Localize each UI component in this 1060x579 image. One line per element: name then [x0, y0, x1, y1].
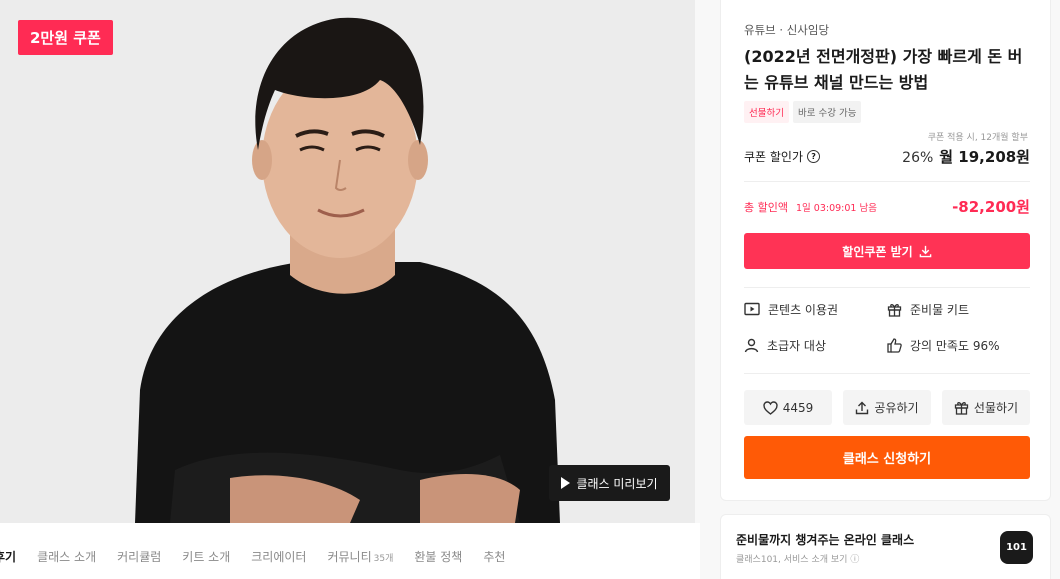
class-preview-label: 클래스 미리보기 [576, 476, 658, 491]
divider [744, 373, 1030, 374]
promo-subtitle[interactable]: 클래스101, 서비스 소개 보기 ⓘ [736, 552, 859, 565]
total-discount-row: 총 할인액 1일 03:09:01 남음 -82,200원 [744, 196, 1030, 217]
discount-percent: 26% [902, 150, 934, 166]
discount-timer: 1일 03:09:01 남음 [795, 202, 877, 214]
price-row: 쿠폰 할인가 ? 26% 월 19,208원 [744, 146, 1030, 167]
divider [744, 287, 1030, 288]
get-coupon-button[interactable]: 할인쿠폰 받기 [744, 233, 1030, 269]
get-coupon-label: 할인쿠폰 받기 [842, 244, 913, 259]
thumbs-up-icon [887, 337, 902, 353]
promo-subtitle-text: 클래스101, 서비스 소개 보기 [736, 555, 848, 565]
tab-community-label: 커뮤니티 [327, 549, 372, 564]
action-buttons: 4459 공유하기 선물하기 [744, 390, 1030, 425]
total-discount-label: 총 할인액 [744, 200, 788, 214]
feature-label: 강의 만족도 96% [910, 338, 1000, 353]
class-title: (2022년 전면개정판) 가장 빠르게 돈 버는 유튜브 채널 만드는 방법 [744, 47, 1023, 92]
gift-icon [954, 402, 969, 415]
share-icon [856, 401, 869, 414]
download-icon [919, 245, 932, 257]
class101-logo: 101 [1000, 531, 1033, 564]
play-icon [561, 477, 571, 489]
info-icon: ⓘ [850, 555, 860, 565]
share-button[interactable]: 공유하기 [843, 390, 931, 425]
class-hero-image: 2만원 쿠폰 클래스 미리보기 [0, 0, 695, 523]
installment-note: 쿠폰 적용 시, 12개월 할부 [927, 133, 1028, 143]
instant-access-chip: 바로 수강 가능 [792, 101, 862, 123]
play-box-icon [744, 302, 760, 316]
section-tabs: 후기 클래스 소개 커리큘럼 키트 소개 크리에이터 커뮤니티35개 환불 정책… [0, 523, 700, 579]
tab-kit-intro[interactable]: 키트 소개 [182, 548, 230, 565]
service-promo-card[interactable]: 준비물까지 챙겨주는 온라인 클래스 클래스101, 서비스 소개 보기 ⓘ 1… [720, 514, 1051, 579]
purchase-panel: 유튜브 · 신사임당 (2022년 전면개정판) 가장 빠르게 돈 버는 유튜브… [720, 0, 1051, 501]
class-chips: 선물하기 바로 수강 가능 [744, 101, 862, 123]
class-category: 유튜브 · 신사임당 [744, 23, 830, 37]
gift-button[interactable]: 선물하기 [942, 390, 1030, 425]
monthly-price: 월 19,208원 [939, 148, 1030, 166]
promo-title: 준비물까지 챙겨주는 온라인 클래스 [736, 533, 915, 547]
total-discount-label-group: 총 할인액 1일 03:09:01 남음 [744, 199, 877, 215]
heart-icon [763, 400, 778, 415]
apply-class-button[interactable]: 클래스 신청하기 [744, 436, 1030, 479]
gift-chip: 선물하기 [744, 101, 789, 123]
class-features: 콘텐츠 이용권 준비물 키트 초급자 대상 강의 만족도 96% [744, 300, 1030, 354]
coupon-price-text: 쿠폰 할인가 [744, 150, 804, 164]
community-count: 35개 [373, 553, 394, 564]
feature-label: 초급자 대상 [767, 338, 827, 353]
coupon-price-label: 쿠폰 할인가 ? [744, 148, 821, 165]
tab-refund-policy[interactable]: 환불 정책 [414, 548, 462, 565]
feature-label: 콘텐츠 이용권 [768, 302, 839, 317]
feature-level: 초급자 대상 [744, 336, 887, 354]
gift-label: 선물하기 [973, 401, 1019, 415]
person-icon [744, 338, 759, 352]
feature-kit: 준비물 키트 [887, 300, 1030, 318]
tab-creator[interactable]: 크리에이터 [251, 548, 306, 565]
instructor-photo [0, 0, 695, 523]
divider [744, 181, 1030, 182]
like-button[interactable]: 4459 [744, 390, 832, 425]
tab-reviews[interactable]: 후기 [0, 548, 16, 565]
feature-content-pass: 콘텐츠 이용권 [744, 300, 887, 318]
tab-class-intro[interactable]: 클래스 소개 [37, 548, 96, 565]
total-discount-amount: -82,200원 [952, 198, 1030, 216]
gift-icon [887, 303, 902, 317]
feature-satisfaction: 강의 만족도 96% [887, 336, 1030, 354]
share-label: 공유하기 [874, 401, 919, 415]
tab-community[interactable]: 커뮤니티 35개 [327, 548, 393, 565]
tab-curriculum[interactable]: 커리큘럼 [117, 548, 161, 565]
coupon-badge: 2만원 쿠폰 [18, 20, 113, 55]
feature-label: 준비물 키트 [910, 302, 970, 317]
like-count: 4459 [782, 400, 814, 415]
tab-recommend[interactable]: 추천 [483, 548, 505, 565]
price-values: 26% 월 19,208원 [902, 146, 1030, 167]
class-preview-button[interactable]: 클래스 미리보기 [549, 465, 670, 501]
help-icon[interactable]: ? [807, 150, 821, 163]
